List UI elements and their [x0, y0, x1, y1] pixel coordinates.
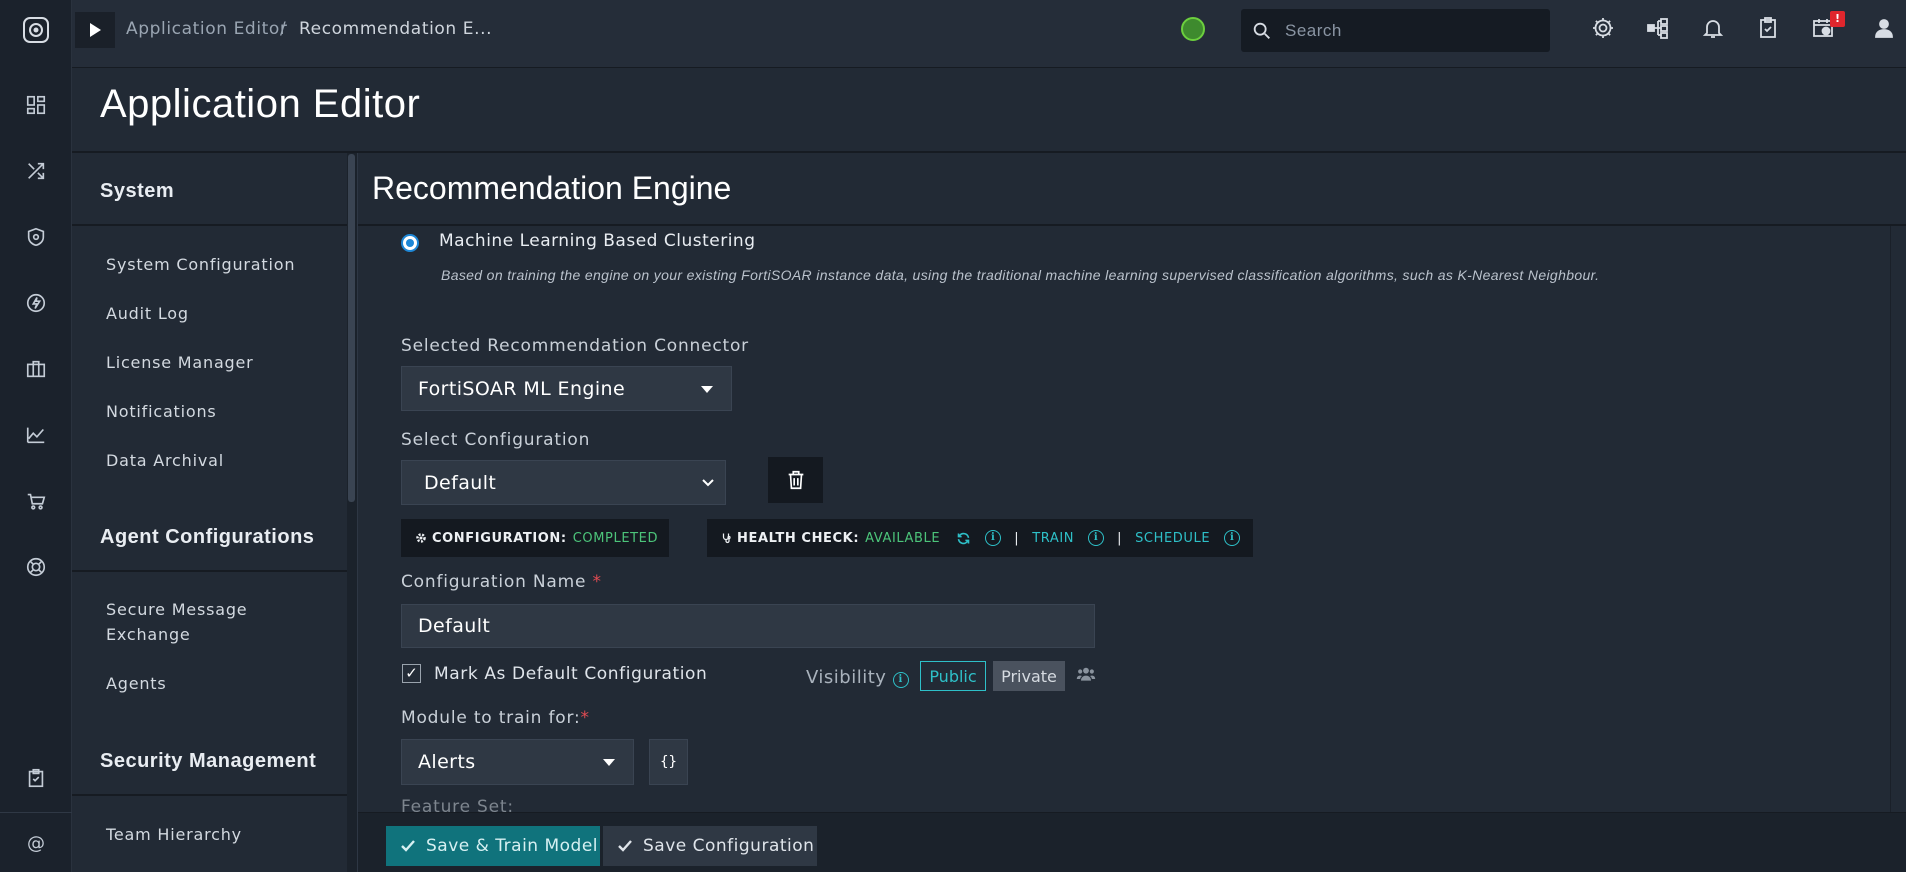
bolt-icon[interactable] [18, 285, 54, 321]
search-box[interactable] [1241, 9, 1550, 52]
sidebar-item-notifications[interactable]: Notifications [106, 399, 326, 424]
visibility-private-button[interactable]: Private [993, 661, 1065, 691]
breadcrumb-current: Recommendation E... [299, 19, 493, 39]
cog-icon [416, 533, 426, 543]
connector-select[interactable]: FortiSOAR ML Engine [401, 366, 732, 411]
health-status-label: HEALTH CHECK: [737, 530, 860, 546]
config-status-label: CONFIGURATION: [432, 530, 567, 546]
required-mark: * [592, 572, 602, 592]
lifebuoy-icon[interactable] [18, 549, 54, 585]
health-status-value: AVAILABLE [865, 530, 941, 546]
schedule-link[interactable]: SCHEDULE [1135, 531, 1210, 546]
caret-down-icon [701, 385, 713, 393]
status-icon[interactable] [1181, 17, 1205, 41]
ml-clustering-radio[interactable] [401, 234, 419, 252]
ml-clustering-description: Based on training the engine on your exi… [441, 267, 1600, 283]
config-select-value: Default [424, 471, 497, 494]
shuffle-icon[interactable] [18, 153, 54, 189]
search-input[interactable] [1285, 9, 1535, 52]
dashboard-icon[interactable] [18, 87, 54, 123]
section-system: System [100, 180, 175, 202]
train-link[interactable]: TRAIN [1032, 531, 1074, 546]
sidebar-item-license-manager[interactable]: License Manager [106, 350, 326, 375]
user-icon[interactable] [1869, 13, 1899, 43]
delete-config-button[interactable] [768, 457, 823, 503]
refresh-icon[interactable] [956, 531, 971, 546]
module-value: Alerts [418, 751, 476, 773]
search-icon [1253, 22, 1270, 39]
section-agent-configurations: Agent Configurations [100, 526, 315, 548]
config-status-value: COMPLETED [572, 530, 659, 546]
config-select[interactable]: Default [401, 460, 726, 505]
default-config-label[interactable]: Mark As Default Configuration [434, 664, 707, 684]
info-icon[interactable]: i [1224, 530, 1241, 546]
stethoscope-icon [722, 533, 731, 544]
check-icon [401, 840, 415, 852]
play-icon[interactable] [75, 12, 115, 48]
info-icon[interactable]: i [1088, 530, 1105, 546]
trash-icon [788, 470, 803, 490]
checklist-icon[interactable] [1753, 13, 1783, 43]
default-config-checkbox[interactable]: ✓ [402, 664, 421, 683]
breadcrumb-separator: / [280, 19, 287, 39]
chart-icon[interactable] [18, 417, 54, 453]
notification-badge: ! [1830, 11, 1845, 27]
info-icon[interactable]: i [985, 530, 1002, 546]
top-bar: Application Editor / Recommendation E...… [72, 0, 1906, 68]
sidebar-item-audit-log[interactable]: Audit Log [106, 301, 326, 326]
info-icon[interactable]: i [892, 672, 909, 688]
logo-icon[interactable] [0, 0, 72, 60]
hierarchy-icon[interactable] [1643, 13, 1673, 43]
ml-clustering-label[interactable]: Machine Learning Based Clustering [439, 231, 756, 251]
chevron-down-icon [702, 478, 714, 486]
left-rail: @ [0, 0, 72, 872]
configuration-status: CONFIGURATION: COMPLETED [401, 519, 669, 557]
cart-icon[interactable] [18, 483, 54, 519]
content-title: Recommendation Engine [372, 170, 732, 206]
check-icon [618, 840, 632, 852]
health-check-status: HEALTH CHECK: AVAILABLE i | TRAIN i | SC… [707, 519, 1253, 557]
briefcase-icon[interactable] [18, 351, 54, 387]
sidebar-item-data-archival[interactable]: Data Archival [106, 448, 326, 473]
caret-down-icon [603, 759, 615, 766]
sidebar-item-secure-message-exchange[interactable]: Secure Message Exchange [106, 597, 266, 647]
clipboard-icon[interactable] [18, 760, 54, 796]
visibility-public-button[interactable]: Public [920, 661, 986, 691]
connector-value: FortiSOAR ML Engine [418, 377, 626, 400]
save-config-button[interactable]: Save Configuration [603, 826, 817, 866]
bell-icon[interactable] [1698, 13, 1728, 43]
connector-label: Selected Recommendation Connector [401, 336, 749, 356]
config-name-input[interactable]: Default [401, 604, 1095, 648]
sidebar-item-team-hierarchy[interactable]: Team Hierarchy [106, 822, 326, 847]
shield-icon[interactable] [18, 219, 54, 255]
page-title: Application Editor [100, 82, 421, 126]
breadcrumb-parent[interactable]: Application Editor [126, 19, 288, 39]
sidebar-item-agents[interactable]: Agents [106, 671, 326, 696]
section-security-management: Security Management [100, 750, 317, 772]
config-name-label: Configuration Name * [401, 572, 602, 592]
module-label: Module to train for:* [401, 708, 590, 728]
module-json-button[interactable]: {} [649, 739, 688, 785]
team-icon[interactable] [1076, 664, 1096, 684]
gear-icon[interactable] [1588, 13, 1618, 43]
module-select[interactable]: Alerts [401, 739, 634, 785]
at-icon[interactable]: @ [18, 825, 54, 861]
visibility-label: Visibility i [806, 667, 909, 688]
save-train-button[interactable]: Save & Train Model [386, 826, 600, 866]
sidebar-scrollbar-thumb[interactable] [348, 154, 355, 502]
settings-sidebar: System System Configuration Audit Log Li… [72, 153, 348, 872]
config-select-label: Select Configuration [401, 430, 591, 450]
sidebar-item-system-configuration[interactable]: System Configuration [106, 252, 326, 277]
